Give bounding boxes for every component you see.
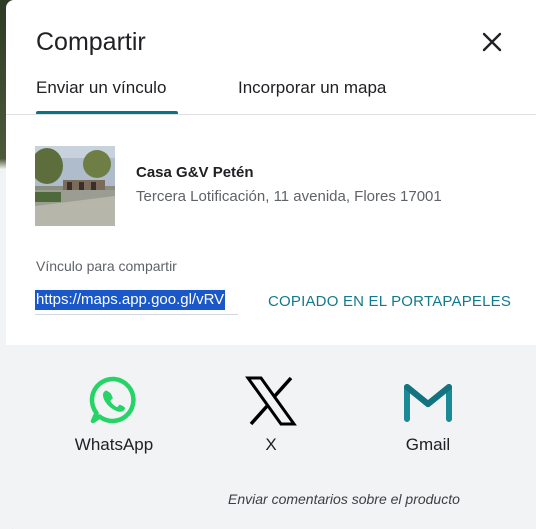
close-icon [482,32,502,52]
share-gmail-label: Gmail [405,435,451,454]
share-targets-area: WhatsApp X Gmail Enviar comentarios sobr… [6,345,536,529]
send-feedback-link[interactable]: Enviar comentarios sobre el producto [228,491,460,507]
link-label: Vínculo para compartir [36,258,177,274]
share-x-label: X [265,435,277,454]
whatsapp-icon [89,376,136,424]
dialog-title: Compartir [36,28,146,56]
share-x-button[interactable]: X [211,375,331,455]
tab-divider [6,114,536,115]
share-whatsapp-button[interactable]: WhatsApp [54,375,174,455]
share-whatsapp-label: WhatsApp [74,435,154,454]
share-dialog: Compartir Enviar un vínculo Incorporar u… [6,0,536,529]
place-address: Tercera Lotificación, 11 avenida, Flores… [136,188,442,205]
place-thumbnail [35,146,115,226]
share-gmail-button[interactable]: Gmail [368,375,488,455]
copied-status[interactable]: COPIADO EN EL PORTAPAPELES [268,293,511,310]
share-link-url: https://maps.app.goo.gl/vRV [35,290,226,310]
gmail-icon [404,384,452,422]
tab-embed-map[interactable]: Incorporar un mapa [238,78,386,98]
x-logo-icon [245,376,297,426]
close-button[interactable] [476,26,508,58]
place-name: Casa G&V Petén [136,164,254,181]
tab-send-link[interactable]: Enviar un vínculo [36,78,166,98]
share-link-field[interactable]: https://maps.app.goo.gl/vRV [35,288,238,315]
